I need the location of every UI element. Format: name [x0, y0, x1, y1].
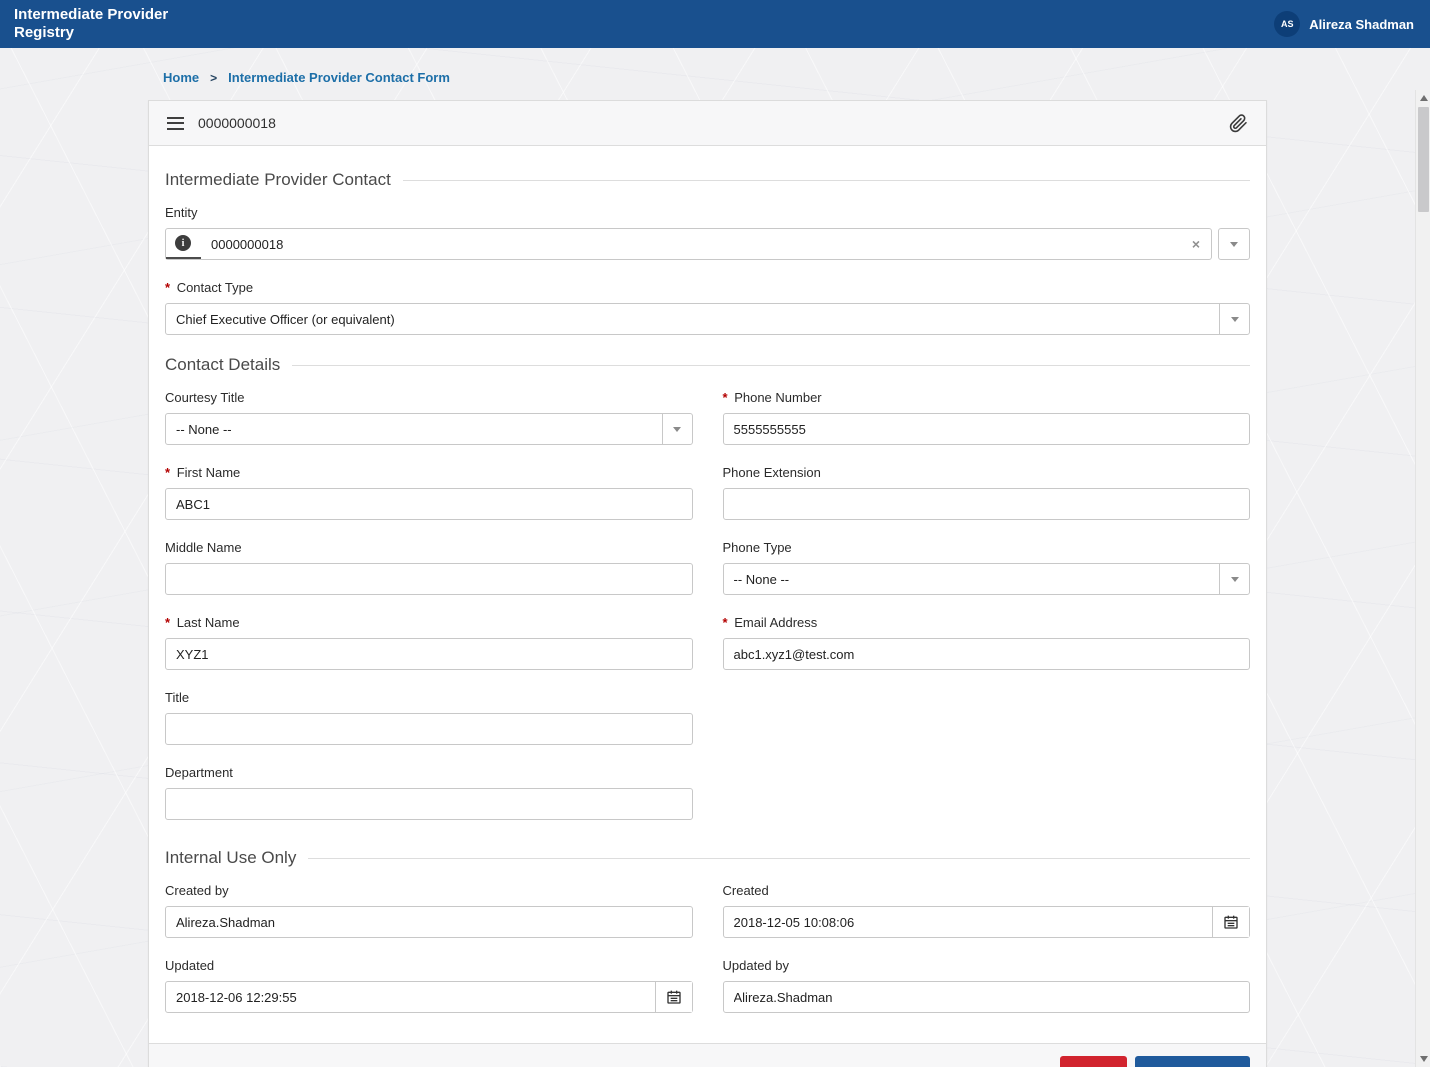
created-by-label: Created by [165, 883, 229, 898]
field-entity: Entity i × [165, 205, 1250, 260]
field-courtesy-title: Courtesy Title -- None -- [165, 390, 693, 445]
courtesy-title-label: Courtesy Title [165, 390, 245, 405]
internal-use-grid: Created by Created [165, 883, 1250, 1033]
avatar: AS [1274, 11, 1301, 37]
department-label: Department [165, 765, 233, 780]
required-marker: * [722, 390, 728, 405]
updated-input[interactable] [166, 982, 655, 1012]
scroll-up-icon[interactable] [1416, 90, 1430, 106]
field-title: Title [165, 690, 693, 745]
phone-type-label: Phone Type [722, 540, 792, 555]
first-name-label: * First Name [165, 465, 241, 480]
caret-down-icon [1230, 241, 1238, 247]
required-marker: * [165, 465, 171, 480]
breadcrumb: Home > Intermediate Provider Contact For… [163, 70, 1430, 85]
contact-details-grid: Courtesy Title -- None -- * Phone Number [165, 390, 1250, 840]
calendar-icon[interactable] [654, 982, 692, 1012]
phone-extension-input[interactable] [722, 488, 1250, 520]
updated-by-input[interactable] [722, 981, 1250, 1013]
last-name-input[interactable] [165, 638, 693, 670]
entity-input[interactable] [201, 229, 1181, 259]
scroll-down-icon[interactable] [1416, 1051, 1430, 1067]
app-header: Intermediate Provider Registry AS Alirez… [0, 0, 1430, 48]
phone-number-label: * Phone Number [722, 390, 822, 405]
field-phone-type: Phone Type -- None -- [722, 540, 1250, 595]
section-title-details: Contact Details [165, 355, 1250, 375]
field-updated-by: Updated by [722, 958, 1250, 1013]
field-contact-type: * Contact Type Chief Executive Officer (… [165, 280, 1250, 335]
field-last-name: * Last Name [165, 615, 693, 670]
email-input[interactable] [722, 638, 1250, 670]
field-created: Created [722, 883, 1250, 938]
phone-number-input[interactable] [722, 413, 1250, 445]
department-input[interactable] [165, 788, 693, 820]
field-first-name: * First Name [165, 465, 693, 520]
email-label: * Email Address [722, 615, 818, 630]
app-title: Intermediate Provider Registry [14, 6, 169, 41]
required-marker: * [165, 615, 171, 630]
created-date-group [722, 906, 1250, 938]
contact-type-label: * Contact Type [165, 280, 254, 295]
record-header: 0000000018 [149, 101, 1266, 146]
scrollbar-thumb[interactable] [1418, 107, 1429, 212]
entity-dropdown-button[interactable] [1218, 228, 1250, 260]
title-label: Title [165, 690, 190, 705]
caret-down-icon [661, 414, 692, 444]
delete-button[interactable]: Delete [1059, 1056, 1127, 1067]
section-title-internal: Internal Use Only [165, 848, 1250, 868]
caret-down-icon [1219, 304, 1249, 334]
breadcrumb-home-link[interactable]: Home [163, 70, 199, 85]
required-marker: * [165, 280, 171, 295]
contact-type-select[interactable]: Chief Executive Officer (or equivalent) [165, 303, 1250, 335]
record-preview-button[interactable]: i [166, 229, 201, 259]
grid-spacer [723, 690, 1251, 765]
record-card: 0000000018 Intermediate Provider Contact… [148, 100, 1267, 1067]
info-icon: i [175, 235, 191, 251]
user-name: Alireza Shadman [1309, 16, 1414, 32]
paperclip-icon[interactable] [1229, 113, 1248, 133]
created-input[interactable] [723, 907, 1212, 937]
phone-extension-label: Phone Extension [722, 465, 821, 480]
field-updated: Updated [165, 958, 693, 1013]
last-name-label: * Last Name [165, 615, 240, 630]
updated-label: Updated [165, 958, 215, 973]
field-department: Department [165, 765, 693, 820]
chevron-right-icon: > [210, 70, 218, 85]
updated-by-label: Updated by [722, 958, 790, 973]
grid-spacer [723, 765, 1251, 840]
breadcrumb-current[interactable]: Intermediate Provider Contact Form [228, 70, 450, 85]
page: Intermediate Provider Registry AS Alirez… [0, 0, 1430, 1067]
content-area: Home > Intermediate Provider Contact For… [0, 48, 1430, 1067]
field-phone-number: * Phone Number [722, 390, 1250, 445]
caret-down-icon [1219, 564, 1249, 594]
form-context-menu-icon[interactable] [167, 116, 184, 130]
vertical-scrollbar[interactable] [1415, 90, 1430, 1067]
form-actions: Delete Save (Ctrl + s) [149, 1043, 1266, 1067]
updated-date-group [165, 981, 693, 1013]
section-title-contact: Intermediate Provider Contact [165, 170, 1250, 190]
created-label: Created [722, 883, 769, 898]
field-middle-name: Middle Name [165, 540, 693, 595]
field-phone-extension: Phone Extension [722, 465, 1250, 520]
middle-name-input[interactable] [165, 563, 693, 595]
user-menu[interactable]: AS Alireza Shadman [1274, 11, 1414, 37]
entity-reference-box: i × [165, 228, 1212, 260]
field-email: * Email Address [722, 615, 1250, 670]
entity-label: Entity [165, 205, 198, 220]
title-input[interactable] [165, 713, 693, 745]
calendar-icon[interactable] [1212, 907, 1249, 937]
record-number: 0000000018 [198, 115, 276, 131]
middle-name-label: Middle Name [165, 540, 242, 555]
save-button[interactable]: Save (Ctrl + s) [1134, 1056, 1250, 1067]
required-marker: * [722, 615, 728, 630]
courtesy-title-select[interactable]: -- None -- [165, 413, 693, 445]
field-created-by: Created by [165, 883, 693, 938]
phone-type-select[interactable]: -- None -- [722, 563, 1250, 595]
created-by-input[interactable] [165, 906, 693, 938]
first-name-input[interactable] [165, 488, 693, 520]
form-body: Intermediate Provider Contact Entity i 0… [149, 146, 1266, 1043]
clear-icon[interactable]: × [1181, 236, 1211, 252]
